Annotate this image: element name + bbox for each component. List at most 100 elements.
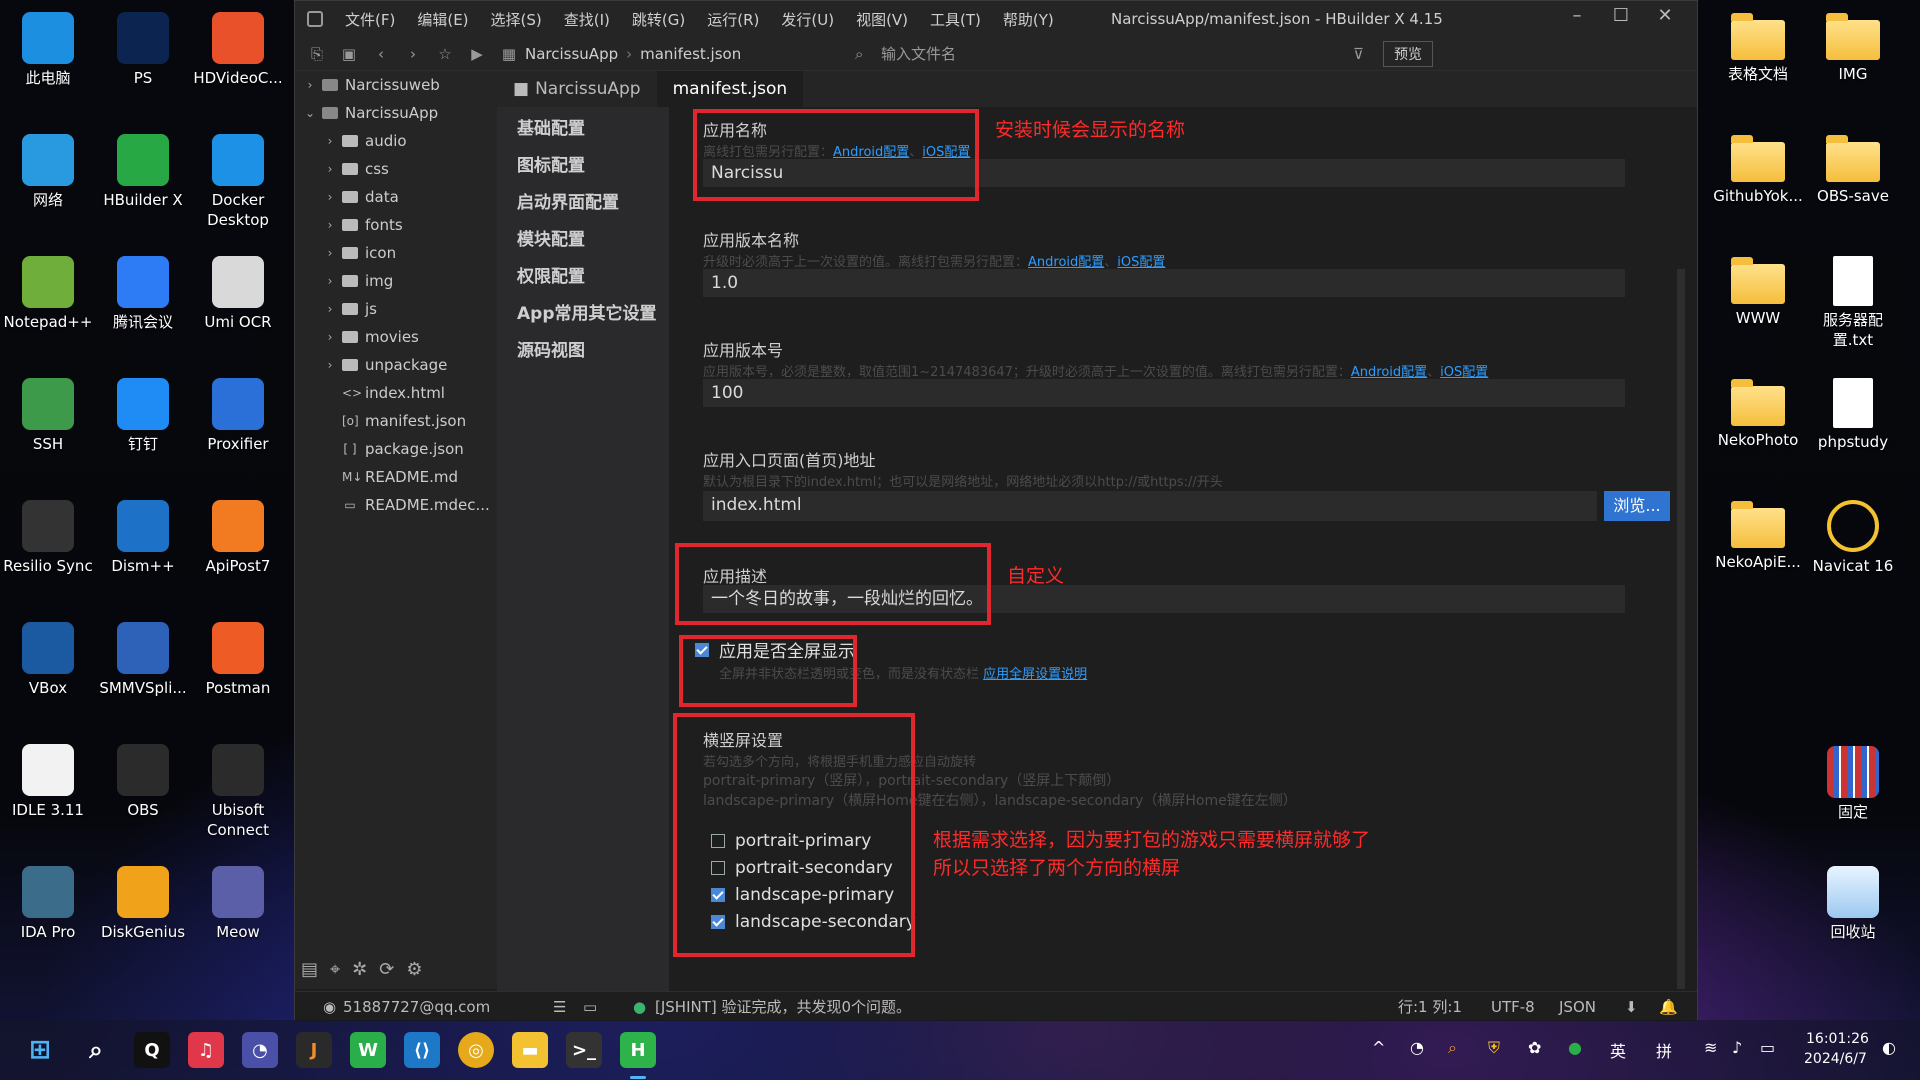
bell-icon[interactable]: 🔔	[1659, 992, 1678, 1022]
tree-item[interactable]: › data	[295, 183, 497, 211]
jetbrains-icon[interactable]: J	[296, 1032, 332, 1068]
desktop-icon[interactable]: ApiPost7	[190, 494, 286, 576]
file-explorer-icon[interactable]: ▬	[512, 1032, 548, 1068]
account-icon[interactable]: ◉	[323, 992, 336, 1022]
source-control-icon[interactable]: ⟳	[379, 959, 394, 980]
desktop-icon[interactable]: phpstudy	[1805, 372, 1901, 452]
language-label[interactable]: JSON	[1559, 992, 1596, 1022]
start-icon[interactable]: ⊞	[22, 1032, 58, 1068]
version-code-input[interactable]: 100	[703, 379, 1625, 407]
menu-item[interactable]: 查找(I)	[564, 9, 610, 30]
chevron-right-icon[interactable]: ›	[323, 127, 337, 155]
desktop-icon[interactable]: GithubYok...	[1710, 128, 1806, 206]
menu-item[interactable]: 选择(S)	[491, 9, 542, 30]
chevron-right-icon[interactable]: ›	[303, 71, 317, 99]
desktop-icon[interactable]: WWW	[1710, 250, 1806, 328]
tree-item[interactable]: › js	[295, 295, 497, 323]
desktop-icon[interactable]: IDA Pro	[0, 860, 96, 942]
tray-wechat-icon[interactable]: ●	[1568, 1038, 1582, 1057]
menu-item[interactable]: 帮助(Y)	[1003, 9, 1054, 30]
menu-item[interactable]: 工具(T)	[930, 9, 981, 30]
tree-item[interactable]: [ ] package.json	[295, 435, 497, 463]
tray-overflow-icon[interactable]: ^	[1372, 1038, 1385, 1057]
desktop-icon[interactable]: Docker Desktop	[190, 128, 286, 230]
plugin-icon[interactable]: ⚙	[406, 959, 422, 980]
chevron-right-icon[interactable]: ›	[323, 323, 337, 351]
vscode-icon[interactable]: ⟨⟩	[404, 1032, 440, 1068]
tree-item[interactable]: ⌄ NarcissuApp	[295, 99, 497, 127]
hbuilder-taskbar-icon[interactable]: H	[620, 1032, 656, 1068]
desktop-icon[interactable]: 此电脑	[0, 6, 96, 88]
desktop-icon[interactable]: 固定	[1805, 740, 1901, 822]
desktop-icon[interactable]: 腾讯会议	[95, 250, 191, 332]
chevron-right-icon[interactable]: ›	[323, 211, 337, 239]
tree-item[interactable]: › unpackage	[295, 351, 497, 379]
desktop-icon[interactable]: Umi OCR	[190, 250, 286, 332]
wifi-icon[interactable]: ≋	[1704, 1038, 1717, 1057]
bookmark-icon[interactable]: ☆	[429, 45, 461, 63]
desktop-icon[interactable]: Dism++	[95, 494, 191, 576]
menu-item[interactable]: 运行(R)	[707, 9, 759, 30]
desktop-icon[interactable]: IDLE 3.11	[0, 738, 96, 820]
terminal-taskbar-icon[interactable]: >_	[566, 1032, 602, 1068]
tree-item[interactable]: › Narcissuweb	[295, 71, 497, 99]
outline-icon[interactable]: ☰	[553, 992, 566, 1022]
maximize-button[interactable]: ☐	[1601, 5, 1641, 33]
desktop-icon[interactable]: PS	[95, 6, 191, 88]
save-icon[interactable]: ▣	[333, 45, 365, 63]
tree-item[interactable]: ▭ README.mdec...	[295, 491, 497, 519]
desktop-icon[interactable]: HBuilder X	[95, 128, 191, 210]
desktop-icon[interactable]: Notepad++	[0, 250, 96, 332]
tray-meow-icon[interactable]: ◔	[1410, 1038, 1424, 1057]
clock-time[interactable]: 16:01:26	[1806, 1031, 1869, 1047]
form-scrollbar[interactable]	[1677, 269, 1685, 989]
desktop-icon[interactable]: NekoApiE...	[1710, 494, 1806, 572]
filter-icon[interactable]: ⊽	[1353, 45, 1364, 63]
desktop-icon[interactable]: NekoPhoto	[1710, 372, 1806, 450]
meow-taskbar-icon[interactable]: ◔	[242, 1032, 278, 1068]
new-file-icon[interactable]: ⎘	[301, 45, 333, 63]
chevron-down-icon[interactable]: ⌄	[303, 99, 317, 127]
tray-search-icon[interactable]: ⌕	[1448, 1038, 1457, 1058]
menu-item[interactable]: 文件(F)	[345, 9, 395, 30]
volume-icon[interactable]: ♪	[1732, 1038, 1742, 1057]
chevron-right-icon[interactable]: ›	[323, 295, 337, 323]
chevron-right-icon[interactable]: ›	[323, 267, 337, 295]
breadcrumb-project[interactable]: NarcissuApp	[525, 45, 618, 63]
desktop-icon[interactable]: VBox	[0, 616, 96, 698]
desktop-icon[interactable]: IMG	[1805, 6, 1901, 84]
ime-mode[interactable]: 拼	[1656, 1038, 1672, 1062]
desktop-icon[interactable]: Postman	[190, 616, 286, 698]
close-button[interactable]: ✕	[1645, 5, 1685, 33]
forward-icon[interactable]: ›	[397, 45, 429, 63]
account-label[interactable]: 51887727@qq.com	[343, 992, 490, 1022]
desktop-icon[interactable]: DiskGenius	[95, 860, 191, 942]
android-config-link[interactable]: Android配置	[1028, 255, 1104, 270]
cursor-position[interactable]: 行:1 列:1	[1398, 992, 1462, 1022]
qq-icon[interactable]: Q	[134, 1032, 170, 1068]
wechat-icon[interactable]: W	[350, 1032, 386, 1068]
desktop-icon[interactable]: 钉钉	[95, 372, 191, 454]
battery-icon[interactable]: ▭	[1760, 1038, 1775, 1057]
tree-item[interactable]: <> index.html	[295, 379, 497, 407]
preview-button[interactable]: 预览	[1383, 40, 1433, 67]
desktop-icon[interactable]: Resilio Sync	[0, 494, 96, 576]
download-icon[interactable]: ⬇	[1625, 992, 1638, 1022]
ime-lang[interactable]: 英	[1610, 1038, 1626, 1062]
ios-config-link[interactable]: iOS配置	[1440, 365, 1488, 380]
desktop-icon[interactable]: 服务器配置.txt	[1805, 250, 1901, 350]
android-config-link[interactable]: Android配置	[1351, 365, 1427, 380]
tray-shield-icon[interactable]: ⛨	[1488, 1038, 1500, 1058]
chevron-right-icon[interactable]: ›	[323, 183, 337, 211]
desktop-icon[interactable]: Ubisoft Connect	[190, 738, 286, 840]
tree-item[interactable]: › img	[295, 267, 497, 295]
fullscreen-help-link[interactable]: 应用全屏设置说明	[983, 667, 1087, 682]
terminal-icon[interactable]: ▭	[583, 992, 597, 1022]
tree-item[interactable]: › movies	[295, 323, 497, 351]
netease-music-icon[interactable]: ♫	[188, 1032, 224, 1068]
entry-page-input[interactable]: index.html	[703, 491, 1597, 521]
tree-item[interactable]: M↓ README.md	[295, 463, 497, 491]
desktop-icon[interactable]: SMMVSpli...	[95, 616, 191, 698]
desktop-icon[interactable]: 回收站	[1805, 860, 1901, 942]
menu-item[interactable]: 发行(U)	[781, 9, 834, 30]
